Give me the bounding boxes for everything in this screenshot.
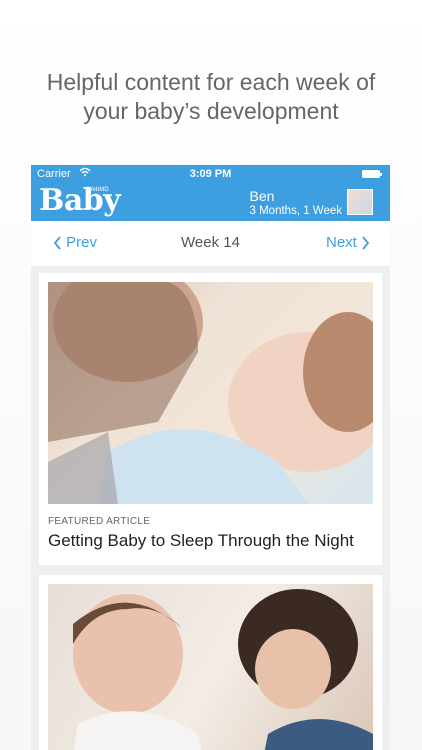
baby-profile[interactable]: Ben 3 Months, 1 Week bbox=[250, 188, 342, 218]
next-label: Next bbox=[325, 234, 357, 251]
article-card[interactable] bbox=[39, 575, 382, 750]
chevron-right-icon bbox=[362, 236, 370, 250]
phone-screen: Carrier 3:09 PM Baby WebMD Ben 3 Months,… bbox=[31, 165, 390, 750]
promo-line-2: your baby’s development bbox=[83, 98, 339, 124]
article-title: Getting Baby to Sleep Through the Night bbox=[48, 531, 354, 550]
week-navigation: Prev Week 14 Next bbox=[31, 221, 390, 266]
battery-icon bbox=[362, 170, 382, 178]
next-week-button[interactable]: Next bbox=[326, 234, 370, 251]
avatar[interactable] bbox=[347, 189, 373, 215]
article-photo-mother-baby bbox=[48, 584, 373, 750]
article-category: FEATURED ARTICLE bbox=[48, 516, 151, 527]
app-header: Baby WebMD Ben 3 Months, 1 Week bbox=[31, 183, 390, 221]
article-photo-sleeping-baby bbox=[48, 282, 373, 504]
logo-tag: WebMD bbox=[87, 187, 109, 193]
status-time: 3:09 PM bbox=[189, 168, 232, 180]
status-bar: Carrier 3:09 PM bbox=[31, 165, 390, 183]
promo-line-1: Helpful content for each week of bbox=[46, 69, 376, 95]
baby-name: Ben bbox=[249, 188, 275, 204]
featured-article-card[interactable]: FEATURED ARTICLE Getting Baby to Sleep T… bbox=[39, 273, 382, 565]
promo-caption: Helpful content for each week of your ba… bbox=[0, 68, 422, 126]
baby-age: 3 Months, 1 Week bbox=[249, 205, 342, 217]
